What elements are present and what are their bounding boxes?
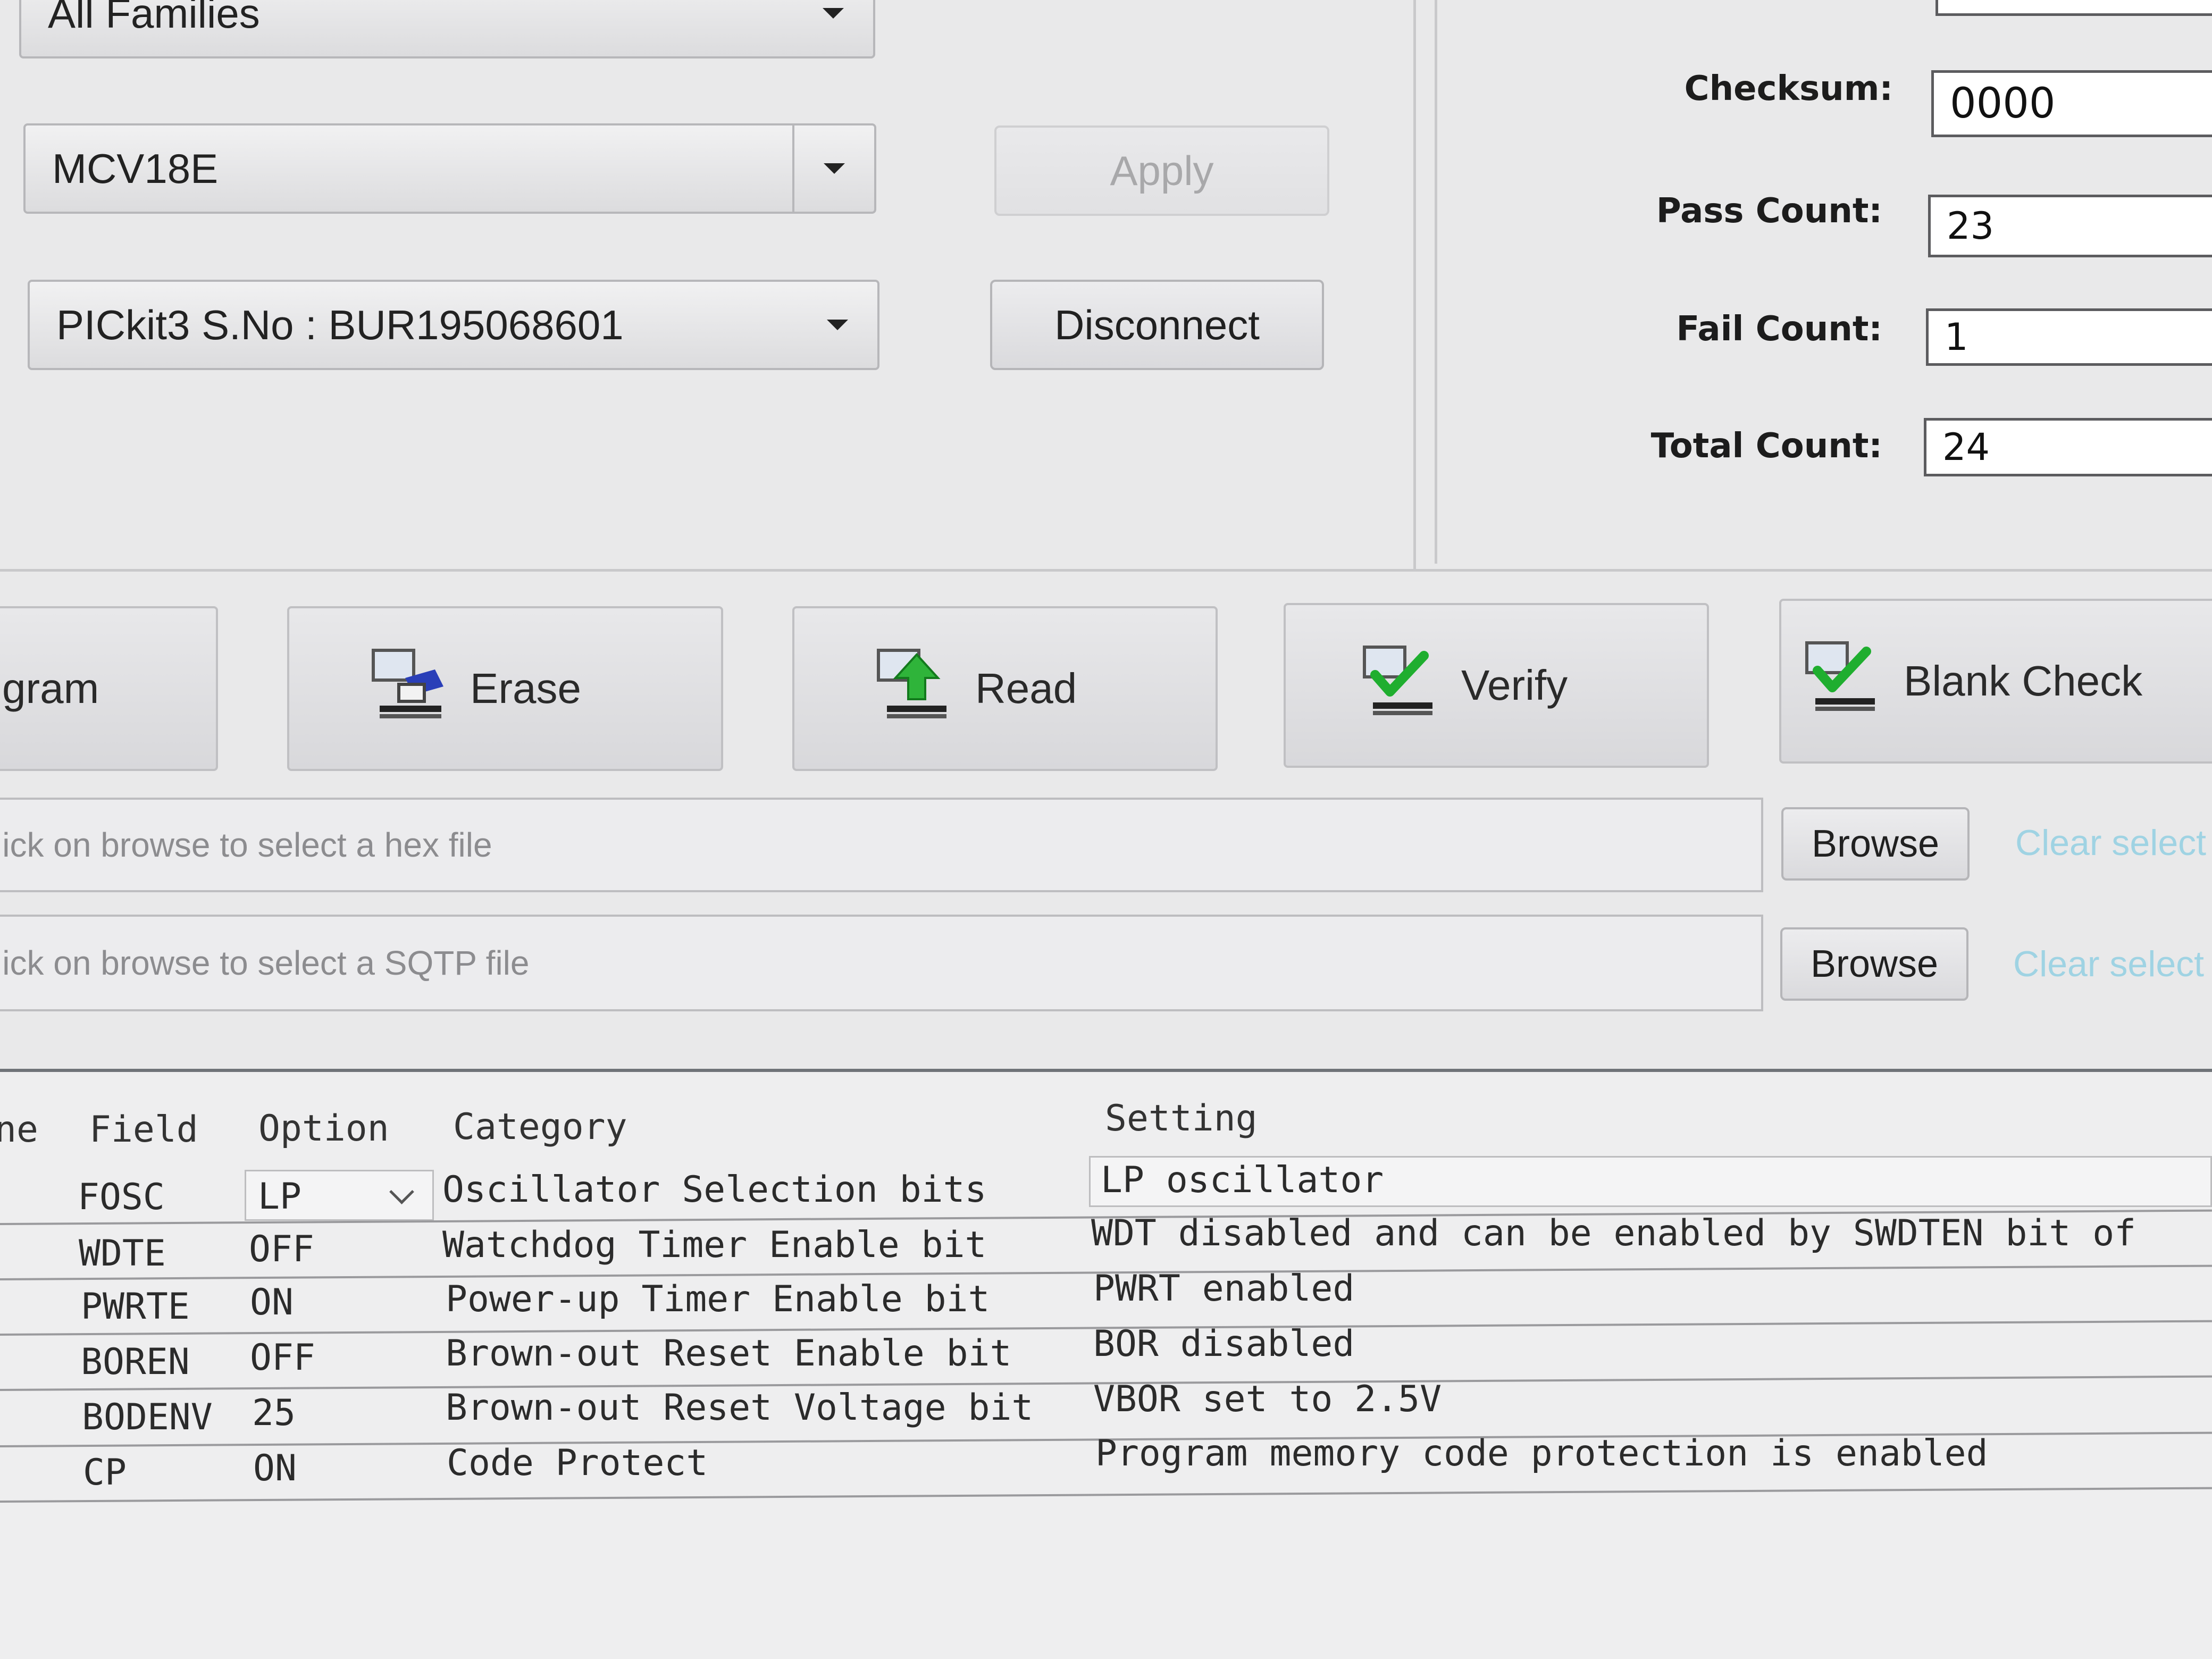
config-row-option: 25 — [252, 1392, 296, 1434]
config-row-option: OFF — [249, 1228, 314, 1270]
pass-count-field: 23 — [1928, 195, 2212, 257]
config-row-setting: Program memory code protection is enable… — [1095, 1432, 1988, 1474]
fail-count-label: Fail Count: — [1676, 309, 1882, 349]
program-button[interactable]: gram — [0, 606, 218, 771]
browse-hex-button[interactable]: Browse — [1781, 807, 1970, 881]
apply-button[interactable]: Apply — [994, 125, 1329, 216]
hex-file-placeholder: lick on browse to select a hex file — [0, 826, 492, 864]
erase-button[interactable]: Erase — [287, 606, 723, 771]
checksum-label: Checksum: — [1684, 69, 1893, 108]
clear-hex-link[interactable]: Clear select — [2015, 822, 2206, 864]
device-part-value: MCV18E — [52, 145, 219, 192]
chevron-down-icon[interactable] — [389, 1179, 414, 1204]
device-family-select[interactable]: All Families — [19, 0, 875, 58]
sqtp-file-placeholder: lick on browse to select a SQTP file — [0, 944, 530, 982]
config-row-option: OFF — [250, 1337, 315, 1379]
config-row-field: WDTE — [79, 1233, 166, 1275]
pass-count-label: Pass Count: — [1656, 191, 1882, 231]
fosc-option-select[interactable]: LP — [245, 1170, 434, 1221]
config-header-option: Option — [258, 1108, 389, 1150]
config-row-category: Brown-out Reset Enable bit — [446, 1333, 1012, 1375]
config-row-category: Power-up Timer Enable bit — [446, 1278, 990, 1320]
read-upload-icon — [877, 649, 946, 718]
config-row-category: Code Protect — [447, 1442, 708, 1484]
config-row-setting: WDT disabled and can be enabled by SWDTE… — [1091, 1212, 2136, 1254]
config-row-field: CP — [83, 1452, 127, 1494]
verify-check-icon — [1363, 646, 1432, 715]
read-label: Read — [975, 665, 1077, 712]
blank-check-label: Blank Check — [1904, 657, 2143, 705]
erase-chip-icon — [372, 649, 443, 718]
config-row-setting: BOR disabled — [1093, 1323, 1355, 1365]
disconnect-button[interactable]: Disconnect — [990, 280, 1324, 370]
device-part-select[interactable]: MCV18E — [23, 123, 876, 214]
config-header-category: Category — [453, 1106, 627, 1148]
total-count-field: 24 — [1924, 418, 2212, 476]
config-row-category: Watchdog Timer Enable bit — [442, 1224, 987, 1266]
browse-sqtp-button[interactable]: Browse — [1780, 927, 1968, 1001]
programmer-select[interactable]: PICkit3 S.No : BUR195068601 — [28, 280, 879, 370]
config-header-name: ne — [0, 1109, 38, 1151]
config-row-setting: PWRT enabled — [1093, 1268, 1355, 1310]
blank-check-button[interactable]: Blank Check — [1779, 599, 2212, 764]
config-row-field: BODENV — [82, 1396, 213, 1438]
chevron-down-icon[interactable] — [793, 0, 873, 56]
config-header-field: Field — [89, 1109, 198, 1151]
panel-divider-vertical — [1435, 0, 1437, 564]
programmer-value: PICkit3 S.No : BUR195068601 — [56, 301, 624, 348]
read-button[interactable]: Read — [792, 606, 1218, 771]
blank-check-icon — [1805, 641, 1875, 711]
stats-top-field — [1936, 0, 2212, 16]
verify-button[interactable]: Verify — [1284, 603, 1709, 768]
config-row-field: FOSC — [78, 1176, 165, 1218]
config-row-setting: LP oscillator — [1101, 1159, 1384, 1201]
config-row-category: Oscillator Selection bits — [442, 1169, 987, 1211]
checksum-field: 0000 — [1931, 70, 2212, 137]
verify-label: Verify — [1461, 661, 1568, 709]
total-count-label: Total Count: — [1650, 426, 1882, 466]
clear-sqtp-link[interactable]: Clear select — [2013, 943, 2204, 985]
erase-label: Erase — [470, 665, 581, 712]
config-row-option: ON — [250, 1281, 294, 1323]
config-row-category: Brown-out Reset Voltage bit — [446, 1387, 1034, 1429]
chevron-down-icon[interactable] — [792, 125, 874, 212]
program-label: gram — [2, 665, 99, 712]
hex-file-field[interactable]: lick on browse to select a hex file — [0, 798, 1763, 892]
fosc-option-value: LP — [258, 1176, 301, 1218]
panel-divider-horizontal — [0, 569, 2212, 572]
config-header-setting: Setting — [1105, 1097, 1258, 1139]
device-family-value: All Families — [48, 0, 260, 37]
config-row-setting: VBOR set to 2.5V — [1093, 1378, 1442, 1420]
chevron-down-icon[interactable] — [798, 282, 877, 368]
config-row-field: BOREN — [81, 1341, 190, 1383]
panel-divider-vertical — [1413, 0, 1416, 569]
config-row-option: ON — [253, 1447, 297, 1489]
sqtp-file-field[interactable]: lick on browse to select a SQTP file — [0, 915, 1763, 1011]
fail-count-field: 1 — [1926, 308, 2212, 366]
config-row-field: PWRTE — [81, 1286, 190, 1328]
